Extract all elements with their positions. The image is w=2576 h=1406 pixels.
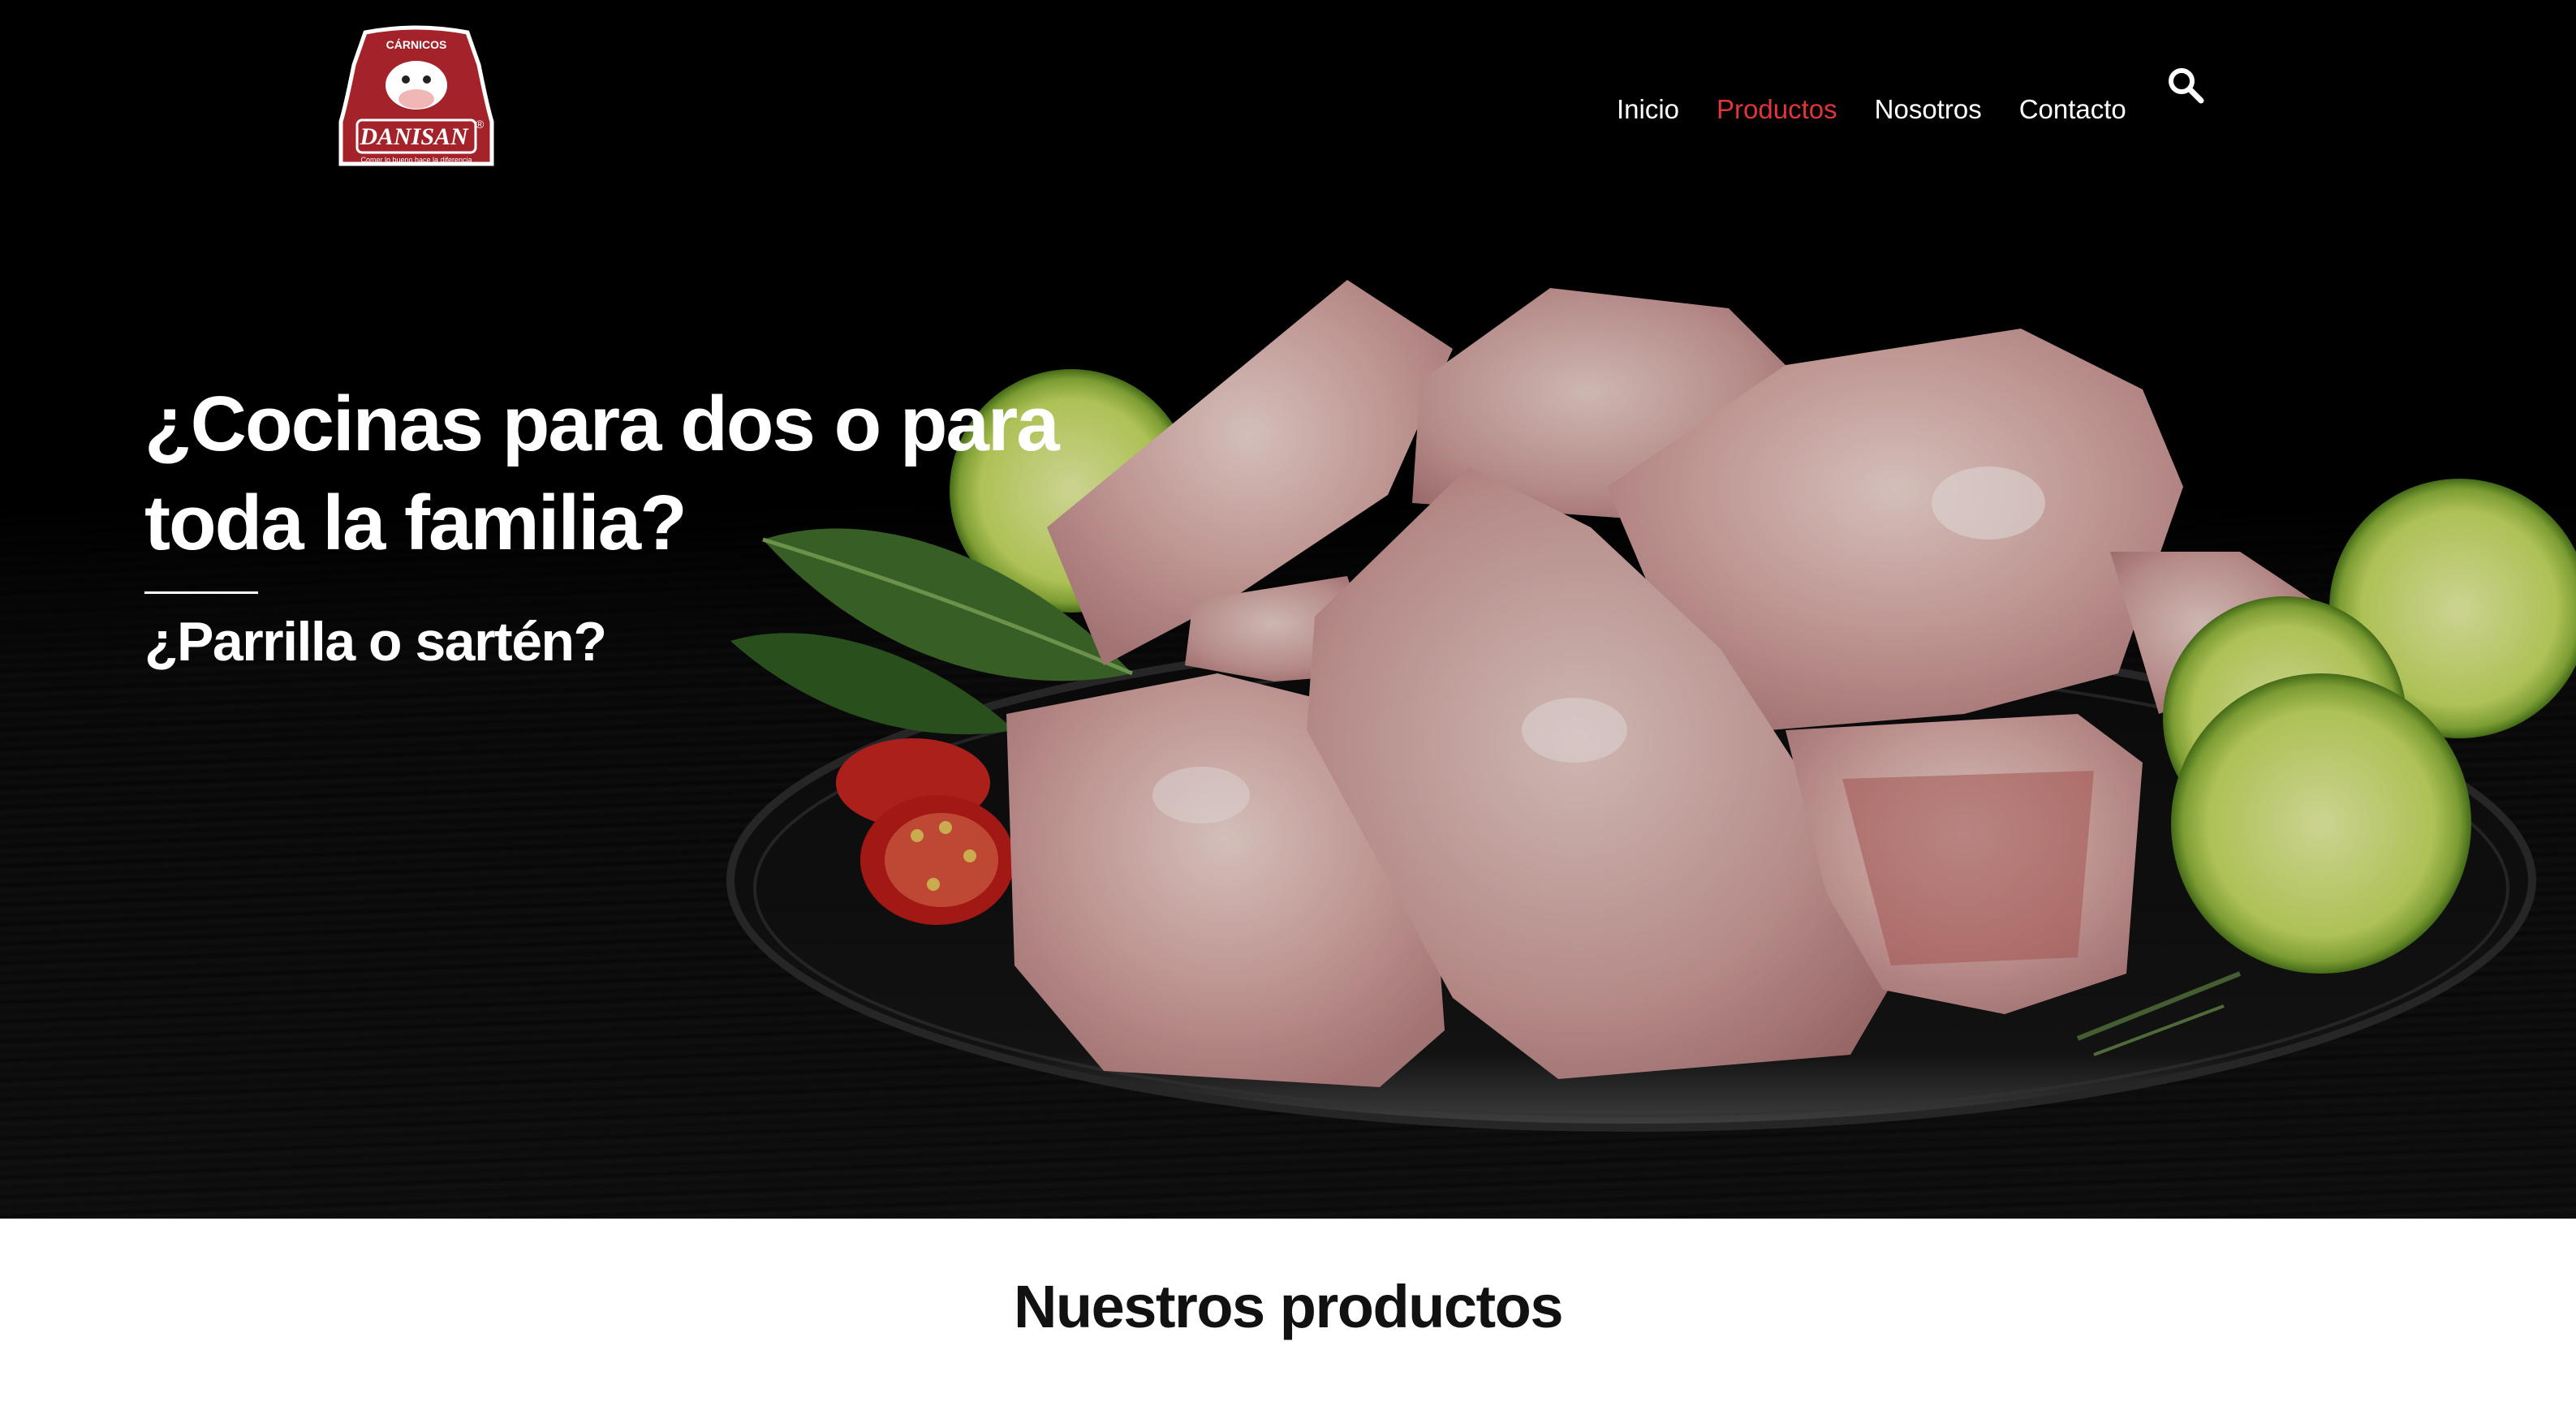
search-icon[interactable]: [2167, 67, 2204, 104]
hero-food-image: [0, 0, 2576, 1219]
main-nav: Inicio Productos Nosotros Contacto: [1617, 94, 2164, 125]
logo-tagline: Comer lo bueno hace la diferencia: [360, 156, 472, 164]
hero-divider: [144, 591, 258, 594]
products-section-title: Nuestros productos: [1013, 1273, 1564, 1340]
hero-title-line1: ¿Cocinas para dos o para: [144, 381, 1060, 467]
nav-item-productos[interactable]: Productos: [1717, 94, 1837, 125]
logo-wordmark: DANISAN: [359, 123, 469, 150]
registered-mark: ®: [476, 118, 485, 131]
hero-title-line2: toda la familia?: [144, 479, 687, 566]
hero-title: ¿Cocinas para dos o para toda la familia…: [144, 375, 1118, 573]
nav-item-nosotros[interactable]: Nosotros: [1875, 94, 1982, 125]
nav-item-contacto[interactable]: Contacto: [2019, 94, 2126, 125]
nav-item-inicio[interactable]: Inicio: [1617, 94, 1679, 125]
hero-banner: CÁRNICOS DANISAN ® Comer lo bueno hace l…: [0, 0, 2576, 1219]
logo-top-label: CÁRNICOS: [386, 38, 447, 51]
brand-logo[interactable]: CÁRNICOS DANISAN ® Comer lo bueno hace l…: [333, 24, 500, 172]
hero-subtitle: ¿Parrilla o sartén?: [144, 611, 607, 673]
